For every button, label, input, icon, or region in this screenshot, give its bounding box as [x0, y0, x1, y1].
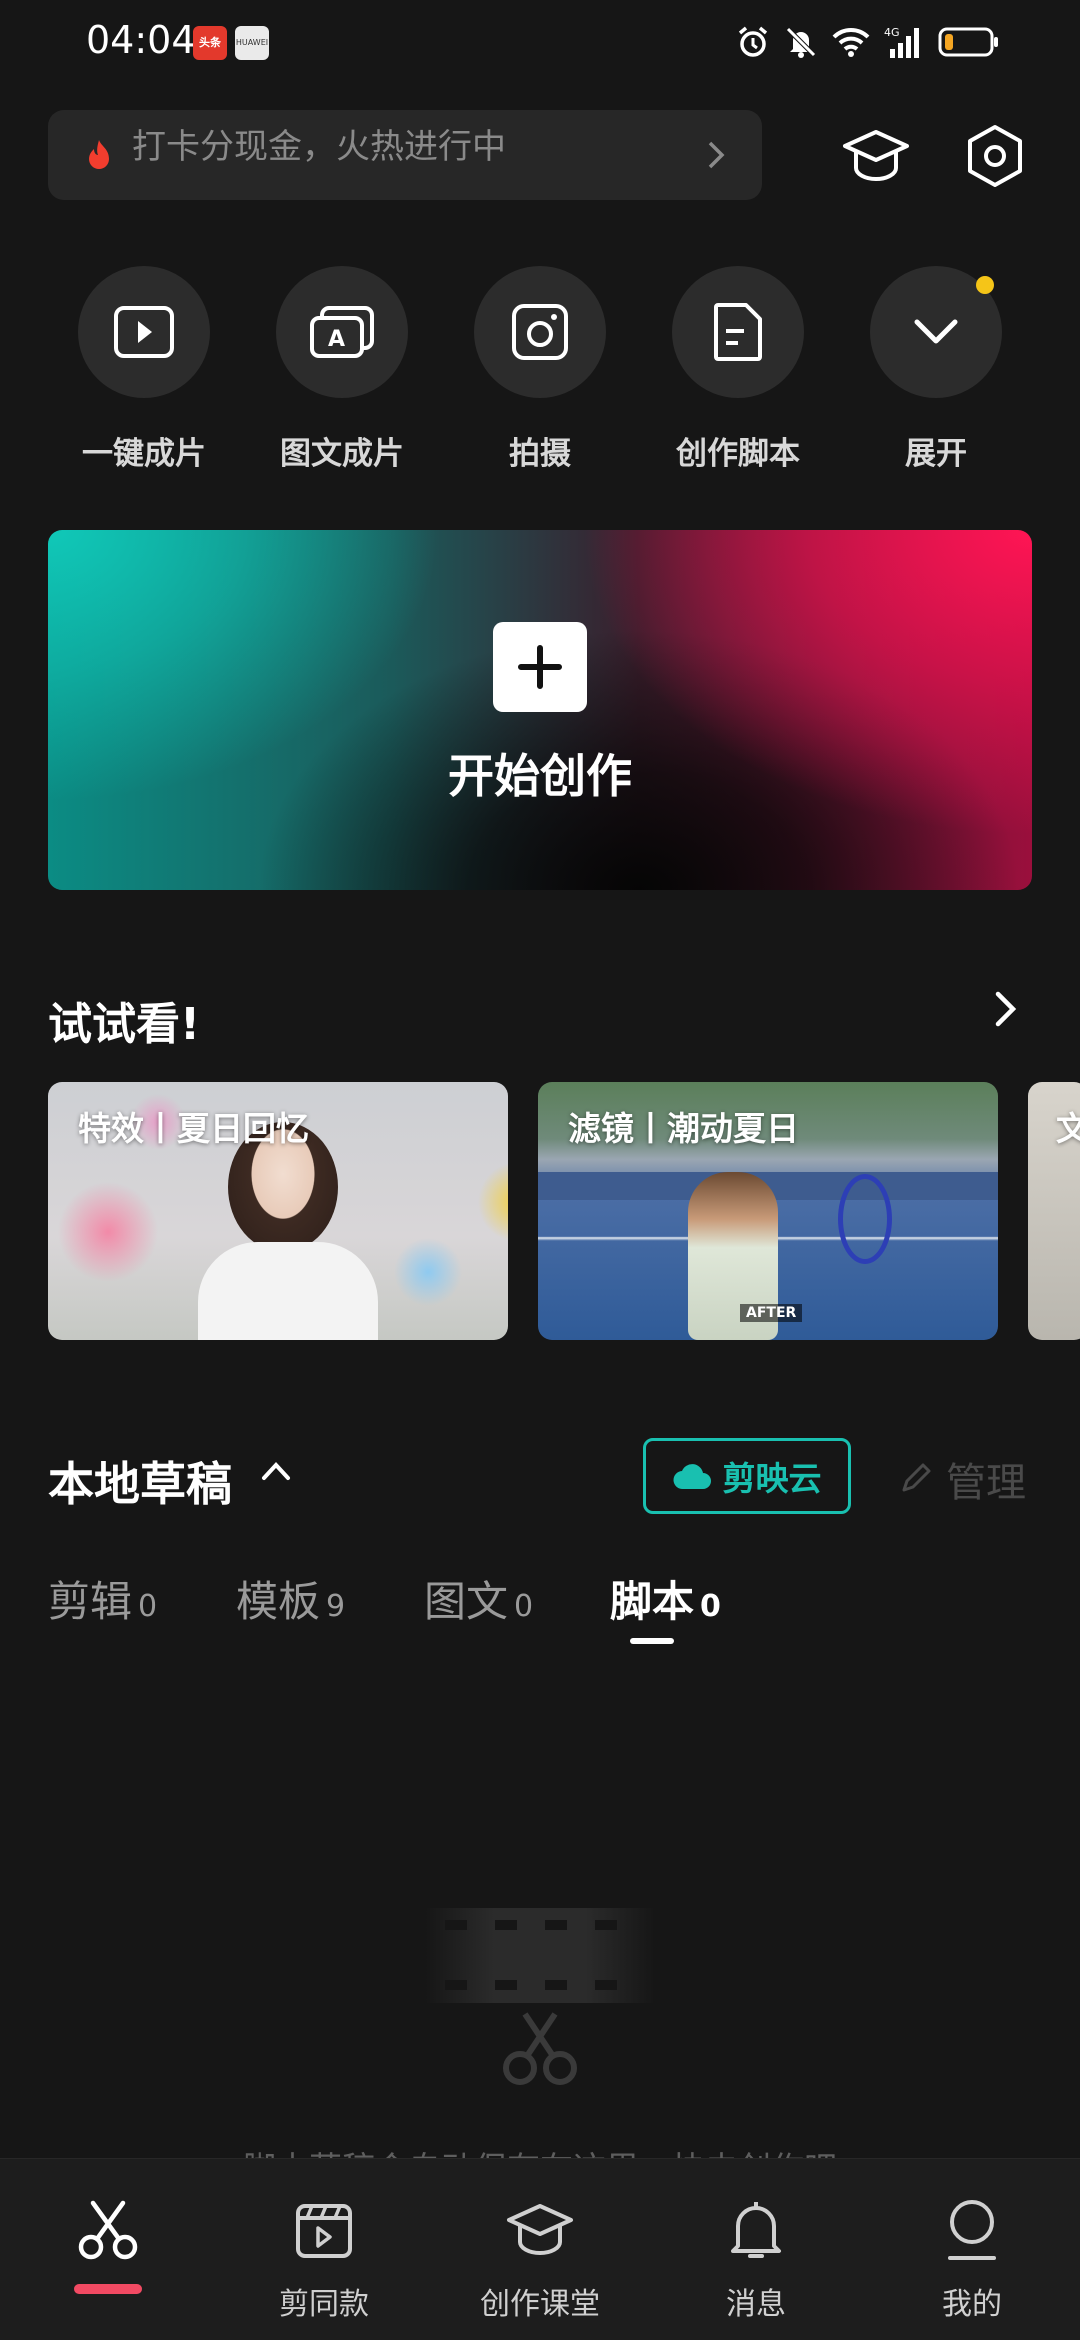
active-nav-indicator [74, 2284, 142, 2294]
tab-count: 0 [138, 1589, 158, 1624]
quick-action-label: 拍摄 [509, 436, 571, 472]
quick-action-label: 图文成片 [280, 436, 404, 472]
nav-profile[interactable]: 我的 [882, 2195, 1062, 2323]
script-icon [714, 303, 762, 361]
search-bar[interactable]: 打卡分现金，火热进行中 [48, 110, 762, 200]
quick-action-expand[interactable]: 展开 [836, 266, 1036, 473]
battery-icon [938, 27, 998, 57]
nav-label: 创作课堂 [480, 2287, 600, 2322]
try-card-partial[interactable]: 文 [1028, 1082, 1080, 1340]
tab-count: 9 [326, 1589, 346, 1624]
quick-action-label: 一键成片 [82, 436, 206, 472]
profile-icon [948, 2200, 996, 2260]
start-create-label: 开始创作 [448, 749, 632, 803]
alarm-icon [738, 26, 768, 57]
cloud-button[interactable]: 剪映云 [643, 1438, 851, 1514]
chevron-right-icon [708, 141, 725, 169]
quick-action-shoot[interactable]: 拍摄 [440, 266, 640, 473]
cloud-label: 剪映云 [722, 1459, 822, 1498]
tab-count: 0 [514, 1589, 534, 1624]
tab-label: 图文 [424, 1577, 509, 1626]
start-create-banner[interactable]: 开始创作 [48, 530, 1032, 890]
nav-label: 消息 [726, 2287, 786, 2322]
manage-button[interactable]: 管理 [898, 1450, 1026, 1508]
text-to-video-icon: A [310, 306, 374, 358]
tab-label: 模板 [236, 1577, 321, 1626]
after-tag: AFTER [740, 1304, 803, 1322]
mute-icon [786, 27, 816, 58]
try-card-filter[interactable]: AFTER 滤镜丨潮动夏日 [538, 1082, 998, 1340]
graduation-cap-icon [507, 2204, 573, 2256]
quick-action-text-video[interactable]: A 图文成片 [242, 266, 442, 473]
try-card-effect[interactable]: 特效丨夏日回忆 [48, 1082, 508, 1340]
nav-messages[interactable]: 消息 [666, 2195, 846, 2323]
svg-text:4G: 4G [884, 26, 900, 39]
try-card-label: 滤镜丨潮动夏日 [568, 1109, 799, 1148]
huawei-notification-icon: HUAWEI [235, 26, 269, 60]
try-card-label: 文 [1056, 1109, 1080, 1148]
bell-icon [731, 2202, 781, 2258]
plus-icon [493, 622, 587, 712]
card-thumbnail-racket [838, 1174, 892, 1264]
tab-count: 0 [700, 1589, 721, 1624]
chevron-right-icon[interactable] [994, 990, 1018, 1028]
notification-dot [976, 276, 994, 294]
nav-templates[interactable]: 剪同款 [234, 2195, 414, 2323]
status-time: 04:04 [86, 18, 196, 62]
play-icon [114, 306, 174, 358]
quick-action-label: 创作脚本 [676, 436, 800, 472]
nav-label: 我的 [942, 2287, 1002, 2322]
chevron-down-icon [914, 319, 958, 344]
active-tab-indicator [630, 1638, 674, 1644]
nav-label: 剪同款 [279, 2287, 369, 2322]
svg-text:A: A [328, 327, 345, 352]
settings-icon[interactable] [955, 116, 1035, 196]
manage-label: 管理 [946, 1460, 1026, 1506]
status-icons: 4G [736, 22, 1000, 62]
flame-icon [89, 140, 109, 169]
pencil-icon [902, 1463, 931, 1492]
nav-course[interactable]: 创作课堂 [450, 2195, 630, 2323]
tab-template[interactable]: 模板 9 [236, 1568, 345, 1629]
card-thumbnail-body [198, 1242, 378, 1340]
status-bar: 04:04 头条 HUAWEI 4G [0, 0, 1080, 84]
search-placeholder: 打卡分现金，火热进行中 [132, 127, 506, 167]
camera-icon [512, 304, 568, 360]
cloud-icon [672, 1464, 711, 1490]
bottom-nav: 剪同款 创作课堂 消息 我的 [0, 2158, 1080, 2340]
quick-actions: 一键成片 A 图文成片 拍摄 创作脚本 展开 [0, 266, 1080, 476]
graduation-cap-icon[interactable] [836, 116, 916, 196]
tab-image-text[interactable]: 图文 0 [424, 1568, 533, 1629]
quick-action-script[interactable]: 创作脚本 [638, 266, 838, 473]
try-card-label: 特效丨夏日回忆 [78, 1109, 309, 1148]
film-scissors-icon [425, 1908, 655, 2085]
scissors-icon [78, 2200, 138, 2260]
tab-label: 剪辑 [48, 1577, 133, 1626]
wifi-icon [832, 27, 870, 57]
signal-icon: 4G [884, 26, 919, 58]
template-icon [296, 2204, 352, 2258]
local-drafts-title[interactable]: 本地草稿 [48, 1448, 232, 1514]
tab-script[interactable]: 脚本 0 [610, 1568, 721, 1629]
toutiao-notification-icon: 头条 [193, 26, 227, 60]
quick-action-label: 展开 [905, 436, 967, 472]
quick-action-one-click[interactable]: 一键成片 [44, 266, 244, 473]
chevron-up-icon[interactable] [260, 1460, 292, 1482]
nav-edit[interactable] [18, 2195, 198, 2279]
tab-label: 脚本 [610, 1577, 695, 1626]
tab-edit[interactable]: 剪辑 0 [48, 1568, 157, 1629]
try-section-title: 试试看! [48, 999, 201, 1050]
